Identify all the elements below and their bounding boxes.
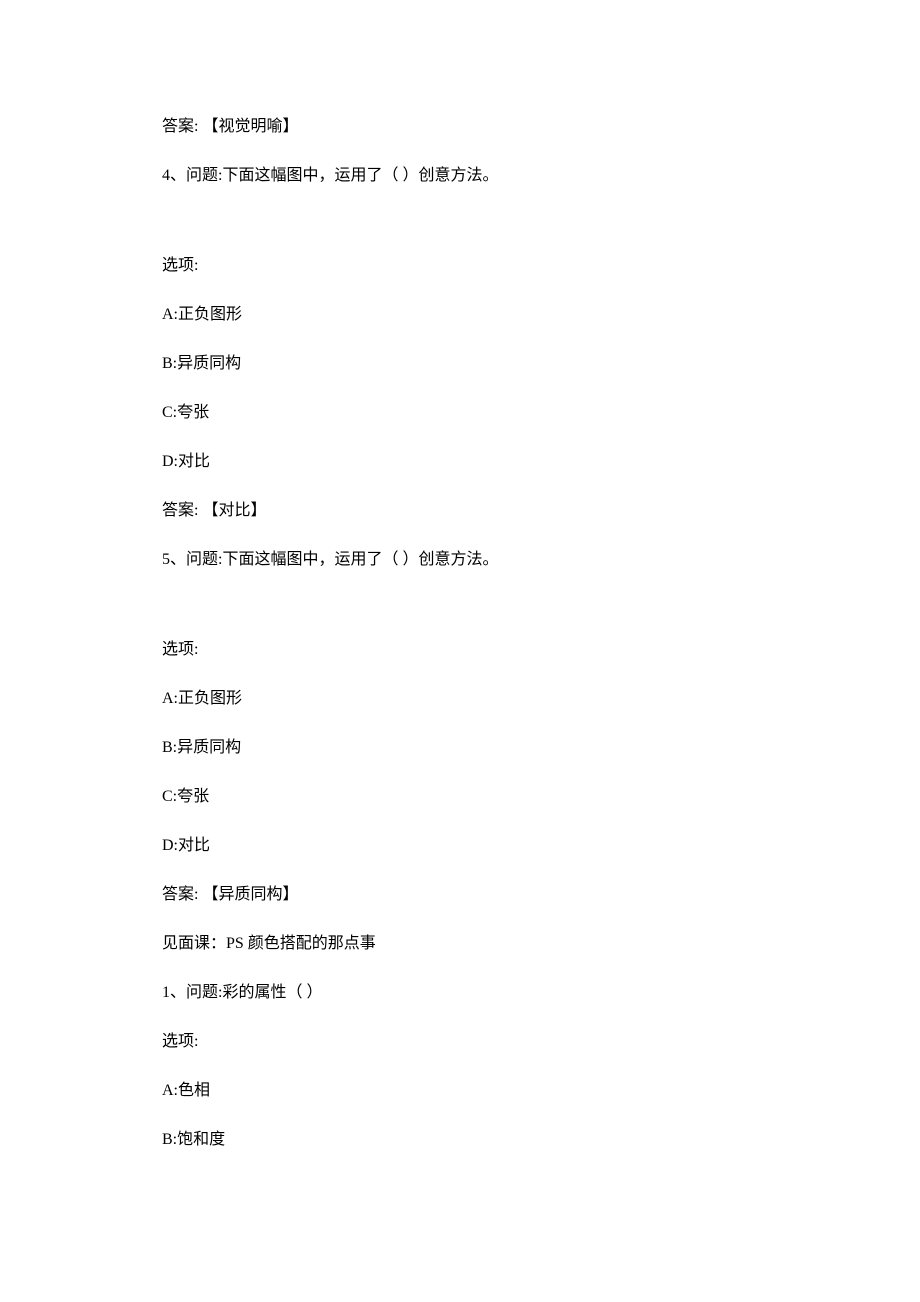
option-a: A:正负图形 [162,687,758,711]
options-label: 选项: [162,254,758,278]
option-c: C:夸张 [162,401,758,425]
options-label: 选项: [162,638,758,662]
option-c: C:夸张 [162,785,758,809]
option-b: B:饱和度 [162,1128,758,1152]
option-d: D:对比 [162,834,758,858]
options-label: 选项: [162,1030,758,1054]
question-line: 4、问题:下面这幅图中，运用了（ ）创意方法。 [162,164,758,188]
option-a: A:色相 [162,1079,758,1103]
course-title: 见面课：PS 颜色搭配的那点事 [162,932,758,956]
answer-line: 答案: 【视觉明喻】 [162,115,758,139]
answer-line: 答案: 【异质同构】 [162,883,758,907]
option-b: B:异质同构 [162,736,758,760]
question-line: 5、问题:下面这幅图中，运用了（ ）创意方法。 [162,548,758,572]
answer-line: 答案: 【对比】 [162,499,758,523]
option-b: B:异质同构 [162,352,758,376]
document-content: 答案: 【视觉明喻】 4、问题:下面这幅图中，运用了（ ）创意方法。 选项: A… [162,115,758,1152]
question-line: 1、问题:彩的属性（ ） [162,981,758,1005]
option-a: A:正负图形 [162,303,758,327]
option-d: D:对比 [162,450,758,474]
